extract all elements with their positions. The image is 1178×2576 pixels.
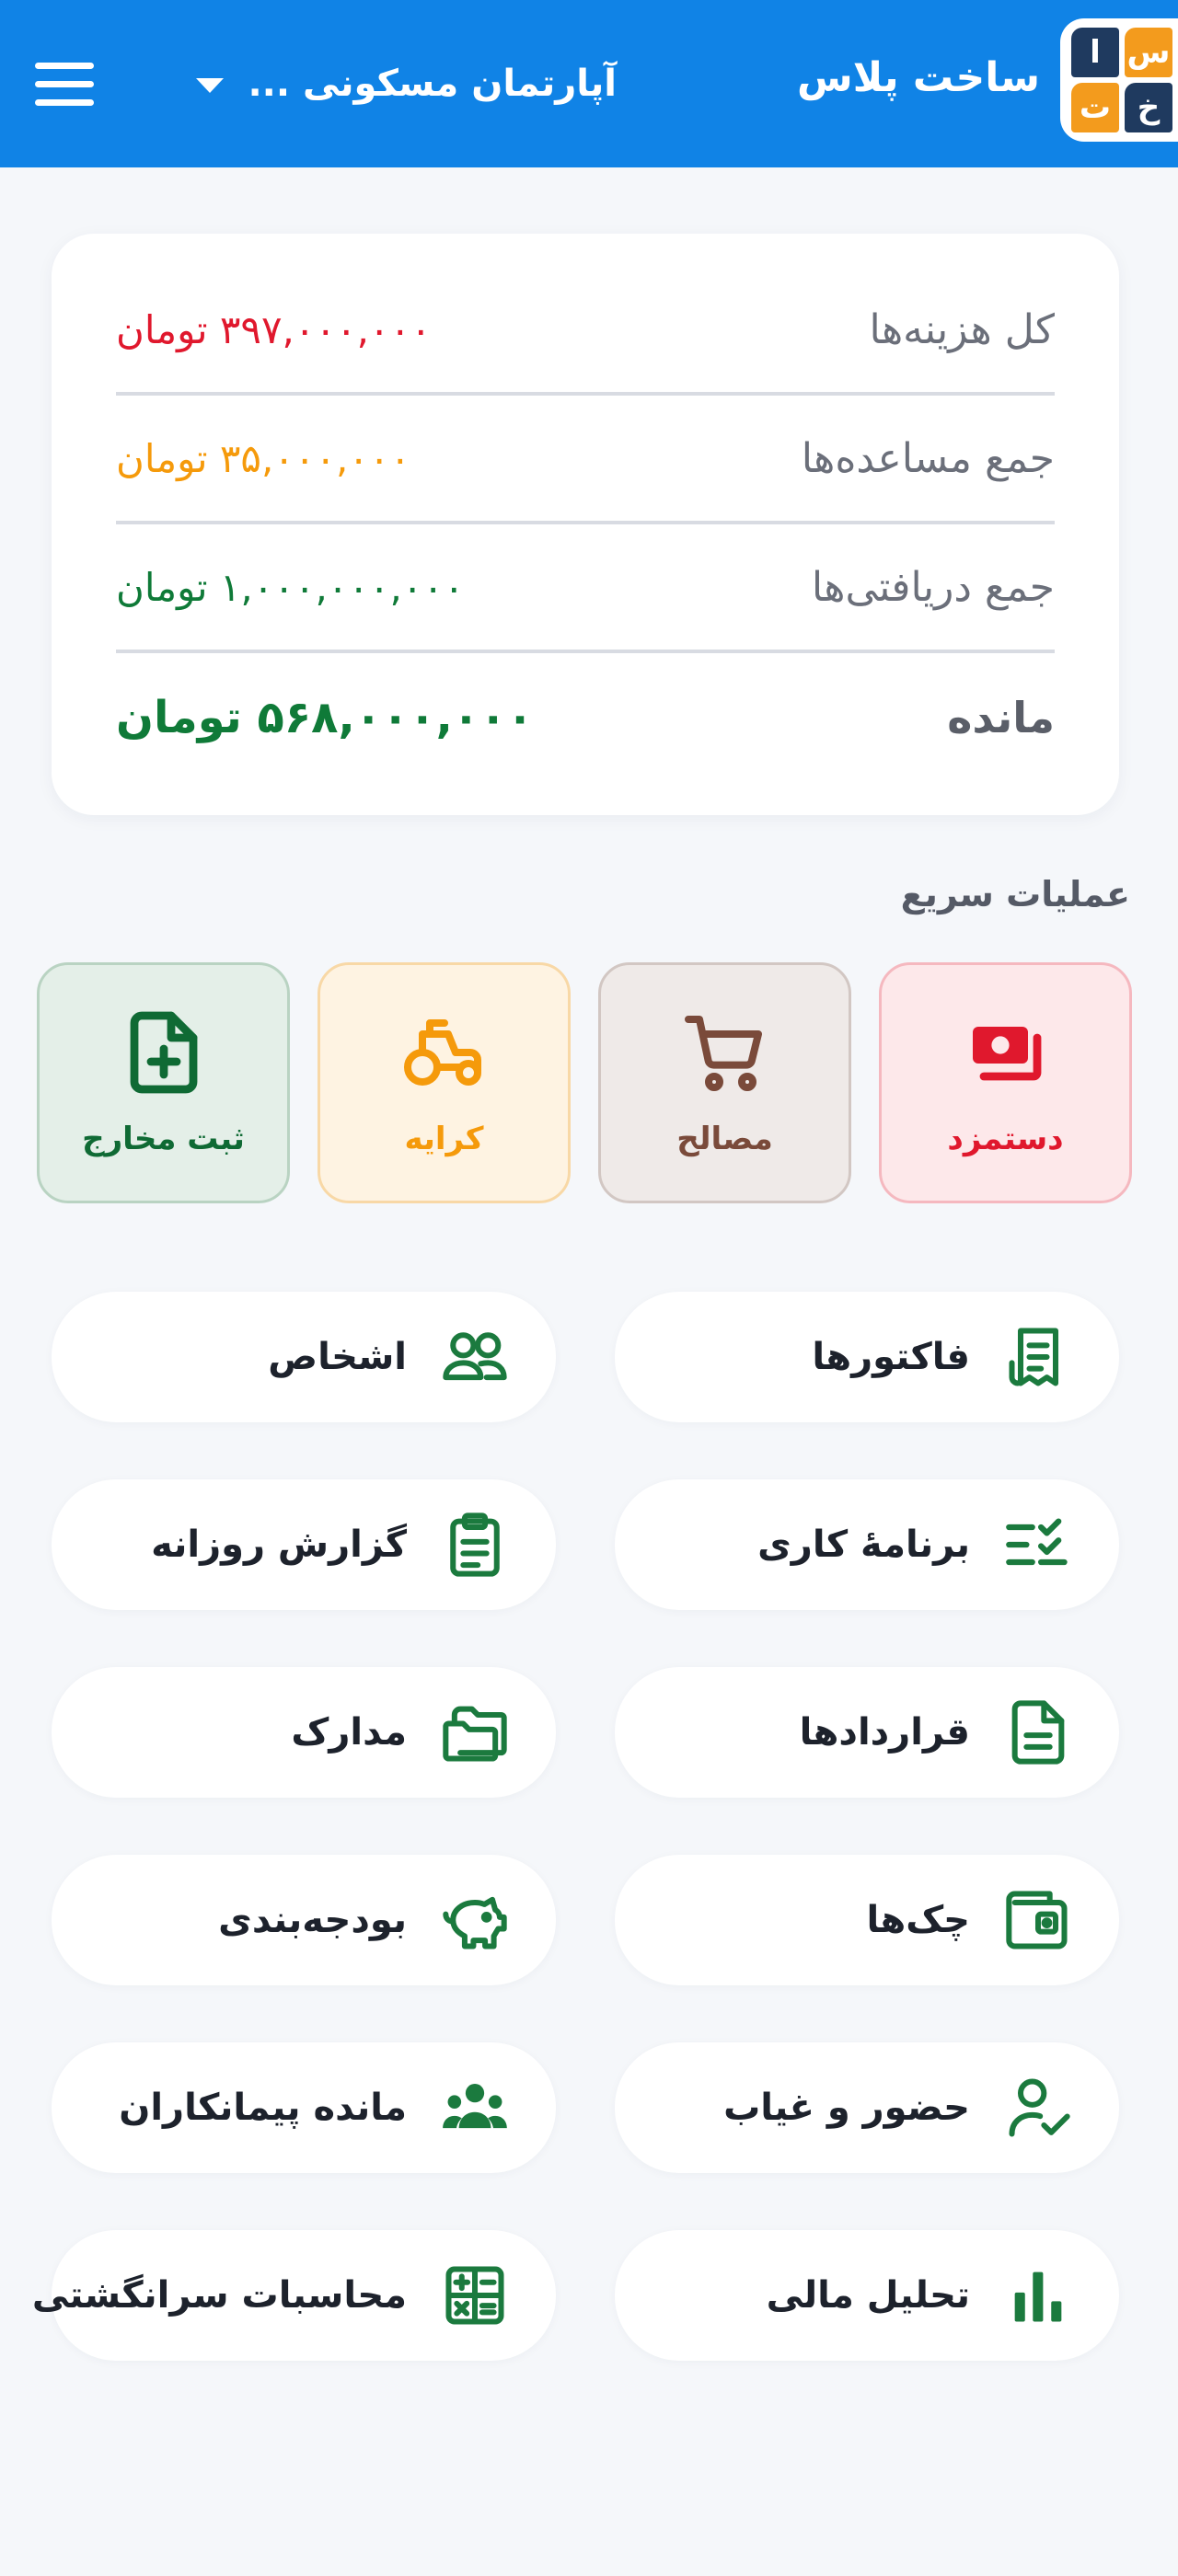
logo-letter: ا [1071,28,1119,77]
summary-value: ۱,۰۰۰,۰۰۰,۰۰۰ تومان [116,564,465,610]
menu-item-contractor-balance[interactable]: مانده پیمانکاران [52,2042,556,2173]
menu-item-label: محاسبات سرانگشتی [31,2274,407,2317]
menu-item-daily-report[interactable]: گزارش روزانه [52,1479,556,1610]
quick-action-rent[interactable]: کرایه [318,962,571,1203]
folder-icon [443,1706,507,1762]
checklist-icon [1006,1518,1068,1566]
menu-item-label: گزارش روزانه [151,1524,407,1566]
app-header: س ا خ ت ساخت پلاس آپارتمان مسکونی ... [0,0,1178,167]
summary-label: کل هزینه‌ها [869,305,1055,353]
summary-row-balance: مانده ۵۶۸,۰۰۰,۰۰۰ تومان [116,653,1055,782]
quick-action-materials[interactable]: مصالح [598,962,851,1203]
contract-icon [1011,1700,1065,1765]
cart-icon [684,1016,762,1091]
quick-action-label: دستمزد [947,1121,1064,1157]
summary-value: ۵۶۸,۰۰۰,۰۰۰ تومان [116,692,534,743]
project-selector[interactable]: آپارتمان مسکونی ... [196,0,617,167]
menu-item-label: اشخاص [268,1336,407,1378]
summary-label: مانده [947,693,1055,742]
tractor-icon [403,1019,481,1086]
user-check-icon [1009,2078,1070,2137]
logo-letter: ت [1071,83,1119,132]
quick-action-add-expense[interactable]: ثبت مخارج [37,962,290,1203]
menu-item-documents[interactable]: مدارک [52,1667,556,1798]
menu-item-financial-analysis[interactable]: تحلیل مالی [615,2230,1119,2361]
summary-row-total-expenses: کل هزینه‌ها ۳۹۷,۰۰۰,۰۰۰ تومان [116,267,1055,396]
app-title: ساخت پلاس [796,54,1040,101]
summary-value: ۳۹۷,۰۰۰,۰۰۰ تومان [116,306,432,352]
menu-item-invoices[interactable]: فاکتورها [615,1292,1119,1422]
summary-value: ۳۵,۰۰۰,۰۰۰ تومان [116,435,411,481]
quick-action-wages[interactable]: دستمزد [879,962,1132,1203]
menu-item-quick-calculations[interactable]: محاسبات سرانگشتی [32,2230,556,2361]
menu-item-label: چک‌ها [866,1899,970,1941]
logo-letter: خ [1125,83,1172,132]
menu-item-label: برنامهٔ کاری [757,1524,970,1566]
menu-item-people[interactable]: اشخاص [52,1292,556,1422]
quick-action-label: ثبت مخارج [82,1121,245,1157]
money-icon [972,1027,1041,1081]
menu-item-label: قراردادها [799,1711,970,1754]
menu-item-budgeting[interactable]: بودجه‌بندی [52,1855,556,1985]
project-name: آپارتمان مسکونی ... [248,63,617,105]
people-icon [443,1332,507,1381]
app-logo: س ا خ ت [1060,18,1178,142]
menu-item-attendance[interactable]: حضور و غیاب [615,2042,1119,2173]
menu-item-contracts[interactable]: قراردادها [615,1667,1119,1798]
summary-row-receipts: جمع دریافتی‌ها ۱,۰۰۰,۰۰۰,۰۰۰ تومان [116,524,1055,653]
hamburger-menu-icon[interactable] [35,63,94,106]
add-document-icon [130,1011,197,1094]
financial-summary-card: کل هزینه‌ها ۳۹۷,۰۰۰,۰۰۰ تومان جمع مساعده… [52,234,1119,815]
quick-actions-title: عملیات سریع [900,874,1130,914]
bar-chart-icon [1014,2271,1062,2322]
menu-item-label: بودجه‌بندی [218,1899,407,1941]
menu-item-cheques[interactable]: چک‌ها [615,1855,1119,1985]
receipt-icon [1009,1328,1059,1386]
quick-action-label: مصالح [676,1121,773,1157]
menu-item-label: مدارک [291,1711,407,1754]
summary-row-advances: جمع مساعده‌ها ۳۵,۰۰۰,۰۰۰ تومان [116,396,1055,524]
piggy-bank-icon [443,1896,507,1949]
clipboard-icon [450,1512,500,1577]
wallet-icon [1006,1891,1068,1949]
menu-item-work-schedule[interactable]: برنامهٔ کاری [615,1479,1119,1610]
summary-label: جمع دریافتی‌ها [811,563,1055,611]
menu-item-label: تحلیل مالی [766,2274,970,2317]
menu-item-label: حضور و غیاب [723,2087,970,2129]
calculator-icon [445,2266,504,2325]
summary-label: جمع مساعده‌ها [801,434,1055,482]
group-icon [443,2084,507,2129]
quick-action-label: کرایه [404,1121,484,1157]
menu-item-label: مانده پیمانکاران [119,2087,407,2129]
menu-item-label: فاکتورها [812,1336,970,1378]
feature-menu-grid: فاکتورها اشخاص برنامهٔ کاری گزارش روزانه [32,1292,1119,2361]
logo-letter: س [1125,28,1172,77]
chevron-down-icon [196,78,225,93]
quick-actions: دستمزد مصالح کرایه ثبت مخارج [37,962,1132,1203]
